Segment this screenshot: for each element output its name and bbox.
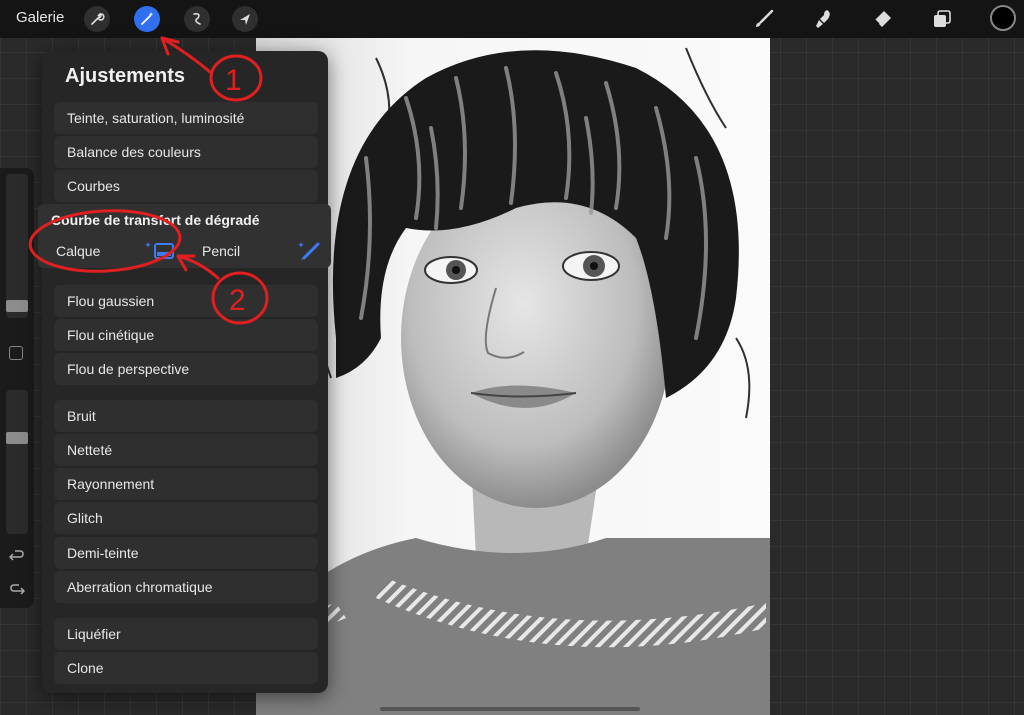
layers-icon[interactable] bbox=[930, 7, 954, 31]
menu-item-bloom[interactable]: Rayonnement bbox=[54, 468, 318, 500]
panel-title: Ajustements bbox=[65, 65, 186, 87]
gradient-map-submenu: Courbe de transfert de dégradé Calque Pe… bbox=[38, 204, 331, 268]
layer-sparkle-icon[interactable] bbox=[144, 240, 176, 267]
gallery-button[interactable]: Galerie bbox=[16, 9, 64, 26]
selection-icon[interactable] bbox=[184, 6, 210, 32]
drawing-canvas[interactable] bbox=[256, 38, 770, 715]
menu-item-sharpen[interactable]: Netteté bbox=[54, 434, 318, 466]
redo-icon[interactable] bbox=[9, 582, 26, 603]
menu-item-color-balance[interactable]: Balance des couleurs bbox=[54, 136, 318, 168]
opacity-slider[interactable] bbox=[6, 390, 28, 534]
wrench-icon[interactable] bbox=[84, 6, 110, 32]
color-picker-button[interactable] bbox=[990, 5, 1016, 31]
home-indicator bbox=[380, 707, 640, 711]
menu-item-gaussian-blur[interactable]: Flou gaussien bbox=[54, 285, 318, 317]
menu-item-glitch[interactable]: Glitch bbox=[54, 502, 318, 534]
gradient-map-layer-option[interactable]: Calque bbox=[56, 236, 100, 266]
eraser-icon[interactable] bbox=[870, 7, 894, 31]
menu-item-chromatic-aberration[interactable]: Aberration chromatique bbox=[54, 571, 318, 603]
brush-icon[interactable] bbox=[752, 7, 776, 31]
transform-arrow-icon[interactable] bbox=[232, 6, 258, 32]
opacity-thumb[interactable] bbox=[6, 432, 28, 444]
gradient-map-pencil-option[interactable]: Pencil bbox=[202, 236, 240, 266]
portrait-artwork bbox=[256, 38, 770, 715]
menu-item-curves[interactable]: Courbes bbox=[54, 170, 318, 202]
menu-item-clone[interactable]: Clone bbox=[54, 652, 318, 684]
menu-item-halftone[interactable]: Demi-teinte bbox=[54, 537, 318, 569]
brush-size-slider[interactable] bbox=[6, 174, 28, 318]
menu-item-liquify[interactable]: Liquéfier bbox=[54, 618, 318, 650]
magic-wand-icon[interactable] bbox=[134, 6, 160, 32]
brush-size-thumb[interactable] bbox=[6, 300, 28, 312]
gradient-map-title: Courbe de transfert de dégradé bbox=[51, 212, 260, 228]
menu-item-noise[interactable]: Bruit bbox=[54, 400, 318, 432]
menu-item-hue-saturation[interactable]: Teinte, saturation, luminosité bbox=[54, 102, 318, 134]
top-toolbar: Galerie bbox=[0, 0, 1024, 38]
modify-button[interactable] bbox=[9, 346, 23, 360]
adjustments-panel: Ajustements Teinte, saturation, luminosi… bbox=[42, 51, 328, 693]
pencil-sparkle-icon[interactable] bbox=[296, 240, 322, 267]
smudge-icon[interactable] bbox=[812, 7, 836, 31]
menu-item-motion-blur[interactable]: Flou cinétique bbox=[54, 319, 318, 351]
undo-icon[interactable] bbox=[8, 548, 25, 569]
brush-sidebar bbox=[0, 168, 34, 608]
menu-item-perspective-blur[interactable]: Flou de perspective bbox=[54, 353, 318, 385]
